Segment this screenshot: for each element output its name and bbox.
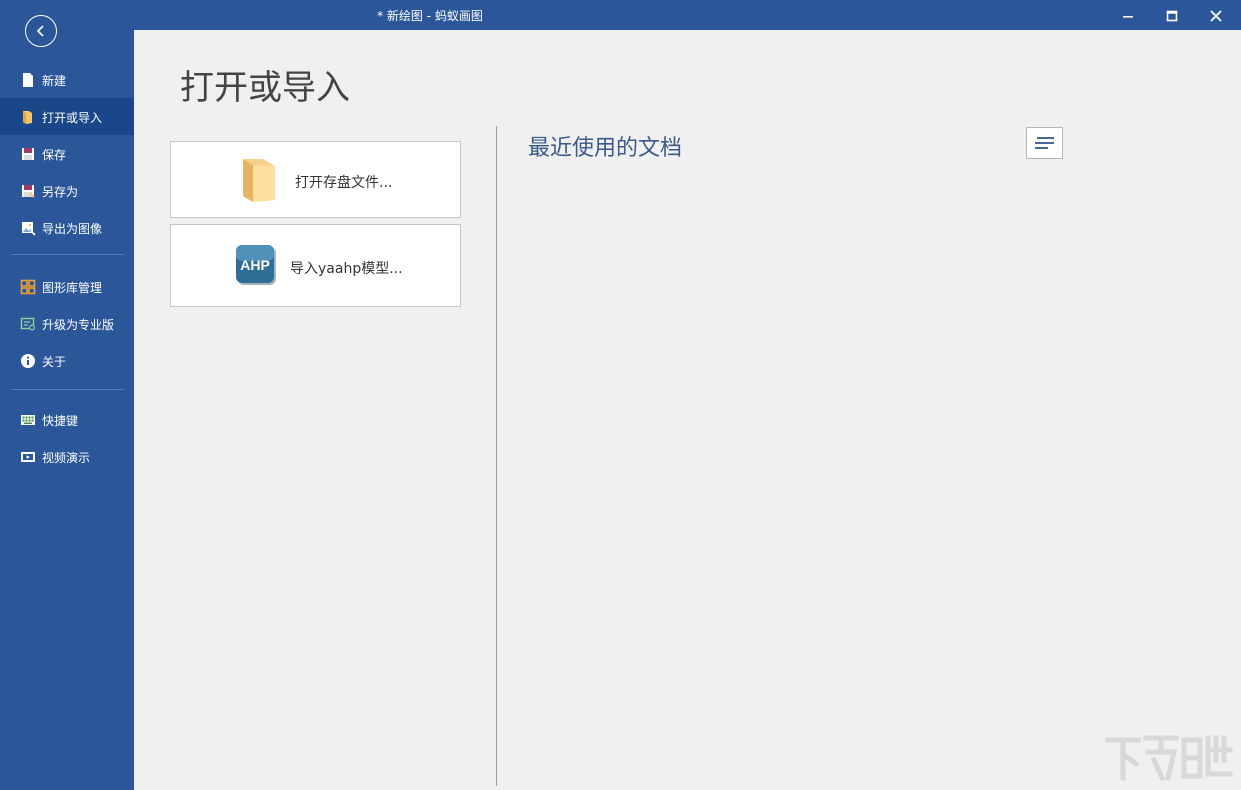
sidebar-item-export-image[interactable]: 导出为图像 xyxy=(0,209,134,246)
sidebar-item-library[interactable]: 图形库管理 xyxy=(0,268,134,305)
watermark-logo xyxy=(1105,735,1233,782)
sidebar: 新建 打开或导入 保存 另存为 导出为图像 图形库管理 升级为专业版 关于 快捷… xyxy=(0,0,134,790)
sidebar-divider xyxy=(11,389,124,390)
maximize-icon xyxy=(1166,10,1178,22)
sidebar-item-label: 图形库管理 xyxy=(42,281,103,295)
sidebar-item-shortcuts[interactable]: 快捷键 xyxy=(0,401,134,438)
sidebar-item-save-as[interactable]: 另存为 xyxy=(0,172,134,209)
open-saved-file-button[interactable]: 打开存盘文件... xyxy=(170,141,461,218)
save-as-icon xyxy=(22,185,35,198)
folder-icon xyxy=(243,159,275,202)
sidebar-item-upgrade[interactable]: 升级为专业版 xyxy=(0,305,134,342)
import-yaahp-model-label: 导入yaahp模型... xyxy=(290,261,403,277)
maximize-button[interactable] xyxy=(1150,0,1194,30)
sidebar-item-label: 快捷键 xyxy=(42,414,79,428)
sidebar-item-about[interactable]: 关于 xyxy=(0,342,134,379)
video-icon xyxy=(21,452,35,462)
back-button[interactable] xyxy=(25,15,57,47)
minimize-button[interactable] xyxy=(1106,0,1150,30)
export-image-icon xyxy=(22,222,36,236)
ahp-logo-icon: AHP xyxy=(236,245,276,285)
ahp-logo-text: AHP xyxy=(240,257,270,273)
sidebar-item-label: 打开或导入 xyxy=(42,111,103,125)
main-content: 打开或导入 打开存盘文件... AHP 导入yaahp模型... 最近使用的文档 xyxy=(134,30,1241,790)
section-divider xyxy=(496,126,497,786)
list-view-button[interactable] xyxy=(1026,127,1063,159)
recent-documents-title: 最近使用的文档 xyxy=(528,136,683,161)
chevron-left-icon xyxy=(36,25,44,37)
sidebar-item-video[interactable]: 视频演示 xyxy=(0,438,134,475)
sidebar-item-label: 保存 xyxy=(42,148,67,162)
sidebar-divider xyxy=(11,254,124,255)
sidebar-item-label: 视频演示 xyxy=(42,451,91,465)
sidebar-item-label: 新建 xyxy=(42,74,67,88)
library-icon xyxy=(20,279,36,295)
save-icon xyxy=(22,148,34,160)
open-file-icon xyxy=(23,111,32,124)
sidebar-item-save[interactable]: 保存 xyxy=(0,135,134,172)
sidebar-item-open-import[interactable]: 打开或导入 xyxy=(0,98,134,135)
sidebar-item-new[interactable]: 新建 xyxy=(0,61,134,98)
import-yaahp-model-button[interactable]: AHP 导入yaahp模型... xyxy=(170,224,461,307)
new-file-icon xyxy=(23,73,33,87)
upgrade-icon xyxy=(20,317,36,331)
minimize-icon xyxy=(1123,16,1133,18)
info-icon xyxy=(21,354,35,368)
close-icon xyxy=(1210,10,1222,22)
open-saved-file-label: 打开存盘文件... xyxy=(295,175,393,191)
close-button[interactable] xyxy=(1194,0,1238,30)
sidebar-item-label: 升级为专业版 xyxy=(42,318,115,332)
page-title: 打开或导入 xyxy=(180,68,350,108)
sidebar-item-label: 另存为 xyxy=(42,185,79,199)
sidebar-item-label: 导出为图像 xyxy=(42,222,103,236)
keyboard-icon xyxy=(21,415,35,425)
title-bar: * 新绘图 - 蚂蚁画图 xyxy=(0,0,1241,30)
sidebar-item-label: 关于 xyxy=(42,355,67,369)
list-view-icon xyxy=(1035,137,1054,149)
